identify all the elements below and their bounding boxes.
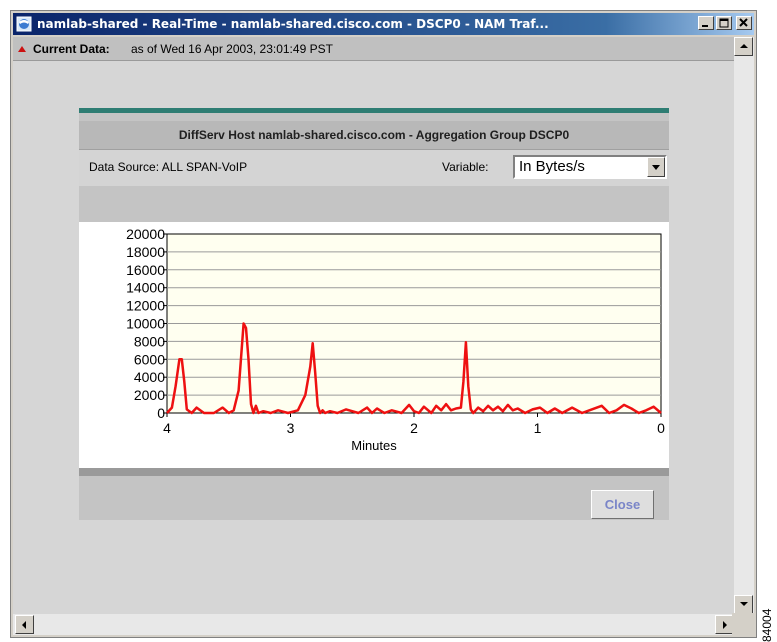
realtime-window: namlab-shared - Real-Time - namlab-share… <box>10 10 757 638</box>
window-title: namlab-shared - Real-Time - namlab-share… <box>37 17 549 31</box>
variable-select[interactable]: In Bytes/s <box>513 155 667 179</box>
chevron-down-icon[interactable] <box>647 157 665 177</box>
scroll-down-icon[interactable] <box>734 595 753 614</box>
y-tick-label: 8000 <box>134 333 165 349</box>
y-tick-label: 12000 <box>126 298 165 314</box>
scroll-up-icon[interactable] <box>734 37 753 56</box>
y-tick-label: 20000 <box>126 226 165 242</box>
panel-footer <box>79 476 669 520</box>
x-axis-label: Minutes <box>351 438 397 453</box>
browser-app-icon <box>16 16 32 32</box>
x-tick-label: 0 <box>657 420 665 436</box>
chart-area: 20000 18000 16000 14000 12000 10000 8000 6000 40… <box>79 222 669 470</box>
panel-controls: Data Source: ALL SPAN-VoIP Variable: In … <box>79 149 669 186</box>
traffic-line-chart: 2000018000160001400012000100008000600040… <box>126 226 665 453</box>
y-tick-label: 4000 <box>134 369 165 385</box>
x-tick-label: 1 <box>534 420 542 436</box>
horizontal-scrollbar[interactable] <box>13 614 738 635</box>
close-icon <box>739 18 748 27</box>
close-window-button[interactable] <box>736 16 752 30</box>
panel-divider <box>79 468 669 476</box>
content-viewport: Current Data: as of Wed 16 Apr 2003, 23:… <box>13 37 736 615</box>
figure-id: 84004 <box>760 608 774 642</box>
y-tick-label: 0 <box>157 405 165 421</box>
variable-label: Variable: <box>442 160 489 174</box>
maximize-button[interactable] <box>716 16 732 30</box>
resize-grip[interactable] <box>732 613 754 635</box>
scroll-left-icon[interactable] <box>15 615 34 634</box>
y-tick-label: 10000 <box>126 316 165 332</box>
chart-panel: DiffServ Host namlab-shared.cisco.com - … <box>79 108 669 520</box>
y-tick-label: 16000 <box>126 262 165 278</box>
maximize-icon <box>719 18 729 28</box>
y-tick-label: 6000 <box>134 351 165 367</box>
current-data-timestamp: as of Wed 16 Apr 2003, 23:01:49 PST <box>131 42 333 56</box>
variable-select-value: In Bytes/s <box>519 158 585 175</box>
vertical-scrollbar[interactable] <box>734 37 754 617</box>
data-source-label: Data Source: ALL SPAN-VoIP <box>89 160 248 174</box>
minimize-icon <box>702 25 708 27</box>
y-tick-label: 2000 <box>134 387 165 403</box>
x-tick-label: 3 <box>287 420 295 436</box>
window-client: Current Data: as of Wed 16 Apr 2003, 23:… <box>13 37 754 635</box>
close-button[interactable]: Close <box>591 490 654 519</box>
y-tick-label: 14000 <box>126 280 165 296</box>
panel-title: DiffServ Host namlab-shared.cisco.com - … <box>79 121 669 149</box>
x-tick-label: 4 <box>163 420 171 436</box>
y-tick-label: 18000 <box>126 244 165 260</box>
x-tick-label: 2 <box>410 420 418 436</box>
current-data-bar: Current Data: as of Wed 16 Apr 2003, 23:… <box>13 37 736 61</box>
bullet-icon <box>18 46 26 52</box>
current-data-label: Current Data: <box>33 42 110 56</box>
title-bar[interactable]: namlab-shared - Real-Time - namlab-share… <box>13 13 754 35</box>
minimize-button[interactable] <box>698 16 714 30</box>
